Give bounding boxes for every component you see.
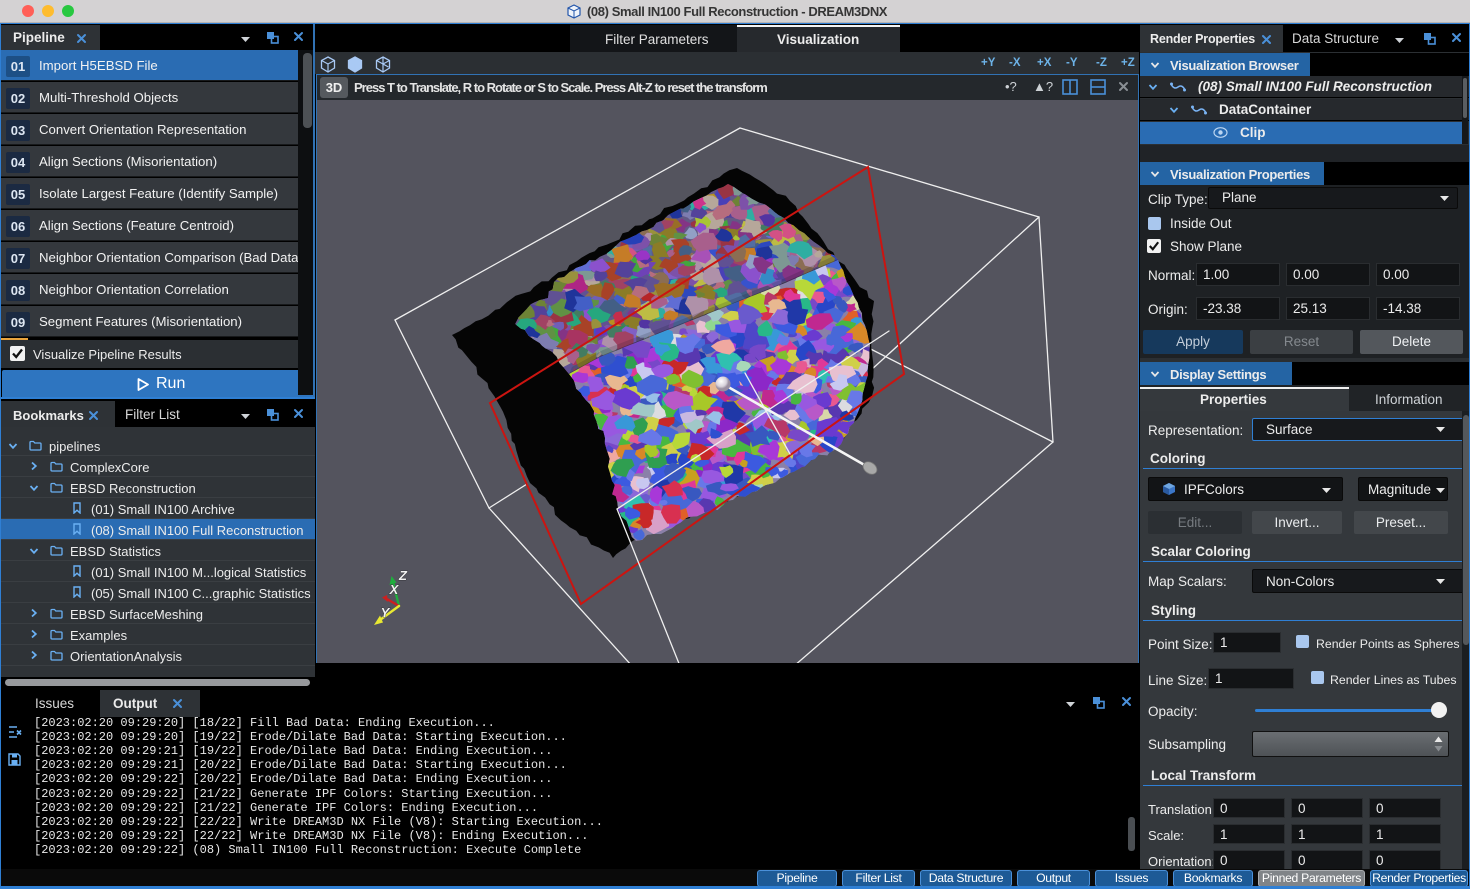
svg-text:Y: Y — [381, 605, 391, 620]
svg-text:Z: Z — [398, 568, 408, 583]
svg-text:X: X — [389, 582, 400, 597]
